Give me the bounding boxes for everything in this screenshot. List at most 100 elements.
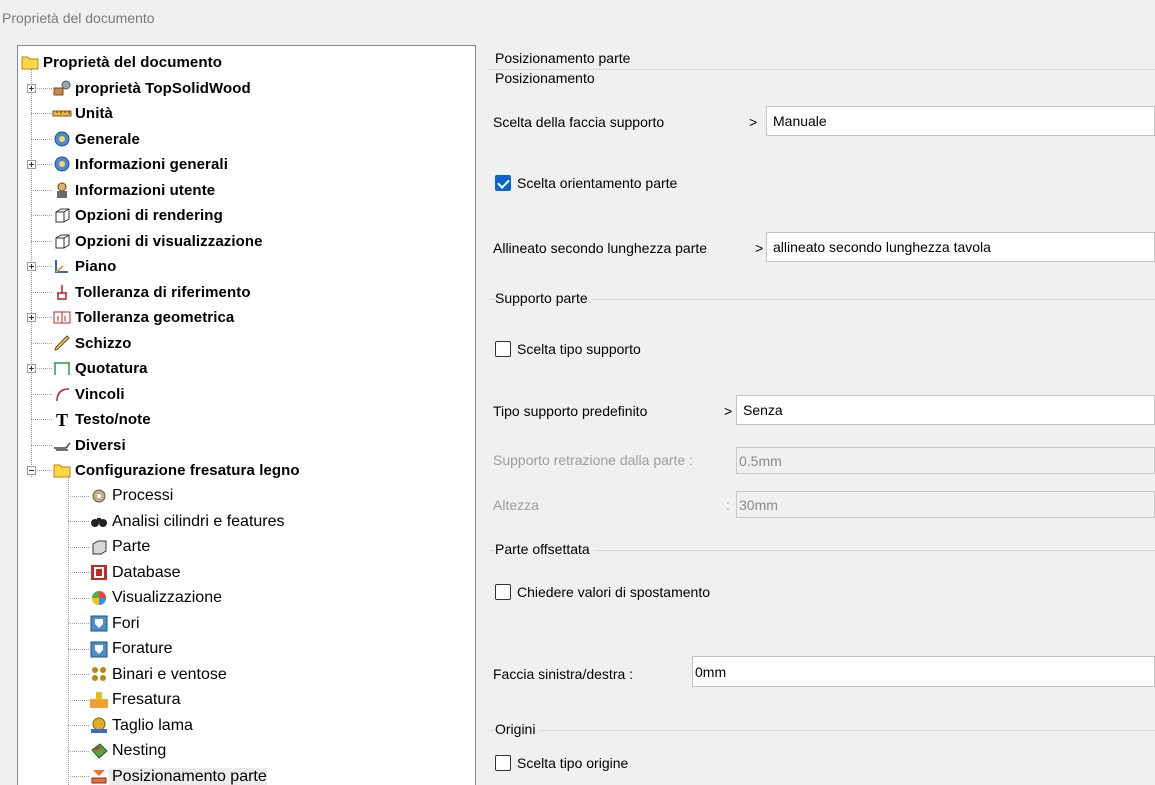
tree-item[interactable]: Taglio lama xyxy=(89,714,193,737)
tree-item[interactable]: Visualizzazione xyxy=(89,587,222,610)
tree-item-label: Testo/note xyxy=(75,411,151,428)
tree-guide-line xyxy=(68,477,69,785)
tree-guide-line xyxy=(68,674,89,675)
expand-icon[interactable] xyxy=(27,83,36,93)
ask-offset-checkbox-box[interactable] xyxy=(495,584,511,600)
tree-guide-line xyxy=(31,291,52,293)
datum-tolerance-icon xyxy=(52,283,72,302)
origin-type-checkbox[interactable]: Scelta tipo origine xyxy=(495,755,628,771)
tree-item[interactable]: Fori xyxy=(89,612,140,635)
tree-item[interactable]: Fresatura xyxy=(89,689,180,712)
support-type-checkbox[interactable]: Scelta tipo supporto xyxy=(495,341,641,357)
tree-item[interactable]: Opzioni di rendering xyxy=(52,204,223,227)
tree-item[interactable]: Vincoli xyxy=(52,383,125,406)
database-icon xyxy=(89,563,109,582)
tree-item[interactable]: proprietà TopSolidWood xyxy=(52,77,251,100)
tree-item[interactable]: Parte xyxy=(89,536,150,559)
folder-icon xyxy=(52,461,72,480)
svg-text:T: T xyxy=(56,410,68,428)
tree-item-label: proprietà TopSolidWood xyxy=(75,79,251,97)
height-colon: : xyxy=(726,497,730,513)
milling-icon xyxy=(89,691,109,710)
retraction-value: 0.5mm xyxy=(739,452,782,469)
tree-item[interactable]: Processi xyxy=(89,485,173,508)
ruler-icon xyxy=(52,104,72,123)
expand-icon[interactable] xyxy=(27,313,36,322)
ask-offset-checkbox[interactable]: Chiedere valori di spostamento xyxy=(495,584,710,600)
tree-item[interactable]: Binari e ventose xyxy=(89,663,227,686)
tree-item-label: Schizzo xyxy=(75,334,132,352)
tree-guide-line xyxy=(31,444,52,446)
tree-item-label: Opzioni di rendering xyxy=(75,207,223,224)
tree-item[interactable]: Analisi cilindri e features xyxy=(89,510,285,533)
tree-item-label: Posizionamento parte xyxy=(109,767,267,785)
group-title-origins: Origini xyxy=(495,721,540,737)
nesting-icon xyxy=(89,742,109,761)
tree-item[interactable]: T Testo/note xyxy=(52,408,151,431)
tree-guide-line xyxy=(31,189,52,191)
expand-icon[interactable] xyxy=(27,262,36,271)
tree-item[interactable]: Piano xyxy=(52,255,116,278)
tree-guide-line xyxy=(31,240,52,242)
left-right-face-field[interactable]: 0mm xyxy=(692,656,1155,687)
plane-axes-icon xyxy=(52,257,72,276)
tree-guide-line xyxy=(68,597,89,599)
tree-item-label: Configurazione fresatura legno xyxy=(75,462,300,479)
tree-item[interactable]: Posizionamento parte xyxy=(89,765,267,785)
tree-item-label: Quotatura xyxy=(75,360,148,377)
tree-item[interactable]: Unità xyxy=(52,102,113,125)
face-support-value: Manuale xyxy=(773,113,827,129)
support-type-checkbox-label: Scelta tipo supporto xyxy=(517,341,641,357)
face-support-select[interactable]: Manuale xyxy=(766,106,1155,136)
height-value: 30mm xyxy=(739,496,778,513)
tree-item[interactable]: Database xyxy=(89,561,181,584)
window-title: Proprietà del documento xyxy=(2,10,155,26)
expand-icon[interactable] xyxy=(27,364,36,373)
support-type-checkbox-box[interactable] xyxy=(495,341,511,357)
suction-cups-icon xyxy=(89,665,109,684)
tree-item-label: Unità xyxy=(75,105,113,122)
orientation-checkbox-box[interactable] xyxy=(495,175,511,191)
tree-guide-line xyxy=(31,215,52,216)
tree-guide-line xyxy=(68,750,89,752)
tree-item[interactable]: Diversi xyxy=(52,434,126,457)
tree-item[interactable]: Forature xyxy=(89,638,172,661)
tree-item[interactable]: Schizzo xyxy=(52,332,132,355)
general-info-icon xyxy=(52,130,72,149)
tree-item[interactable]: Configurazione fresatura legno xyxy=(52,459,300,482)
default-support-value: Senza xyxy=(743,402,783,418)
binoculars-icon xyxy=(89,512,109,531)
tree-item-label: Analisi cilindri e features xyxy=(112,512,285,530)
ask-offset-checkbox-label: Chiedere valori di spostamento xyxy=(517,584,710,600)
tree-guide-line xyxy=(31,138,52,140)
tree-item[interactable]: Tolleranza geometrica xyxy=(52,306,234,329)
tree-item[interactable]: Generale xyxy=(52,128,140,151)
properties-tree[interactable]: Proprietà del documento proprietà TopSoli… xyxy=(17,45,476,785)
tree-item-label: Fresatura xyxy=(112,691,181,708)
tree-guide-line xyxy=(68,572,89,573)
retraction-field: 0.5mm xyxy=(736,447,1155,474)
tree-item[interactable]: Quotatura xyxy=(52,357,148,380)
height-field: 30mm xyxy=(736,491,1155,518)
tree-item[interactable]: Proprietà del documento xyxy=(20,51,222,74)
title-bar: Proprietà del documento xyxy=(0,0,1155,38)
wood-properties-icon xyxy=(52,79,72,98)
tree-item-label: Nesting xyxy=(112,742,167,759)
tree-item[interactable]: Informazioni utente xyxy=(52,179,215,202)
tree-item-label: Tolleranza geometrica xyxy=(75,309,235,326)
user-icon xyxy=(52,181,72,200)
folder-icon xyxy=(20,53,40,72)
default-support-select[interactable]: Senza xyxy=(736,395,1155,425)
orientation-checkbox[interactable]: Scelta orientamento parte xyxy=(495,175,677,191)
tree-item[interactable]: Tolleranza di riferimento xyxy=(52,281,251,304)
tree-item-label: Parte xyxy=(112,538,151,555)
collapse-icon[interactable] xyxy=(27,466,36,475)
tree-guide-line xyxy=(68,546,89,548)
tree-item[interactable]: Opzioni di visualizzazione xyxy=(52,230,263,253)
tree-guide-line xyxy=(31,113,52,114)
origin-type-checkbox-box[interactable] xyxy=(495,755,511,771)
tree-item[interactable]: Informazioni generali xyxy=(52,153,228,176)
expand-icon[interactable] xyxy=(27,160,36,169)
align-length-select[interactable]: allineato secondo lunghezza tavola xyxy=(766,232,1155,262)
tree-item[interactable]: Nesting xyxy=(89,740,166,763)
